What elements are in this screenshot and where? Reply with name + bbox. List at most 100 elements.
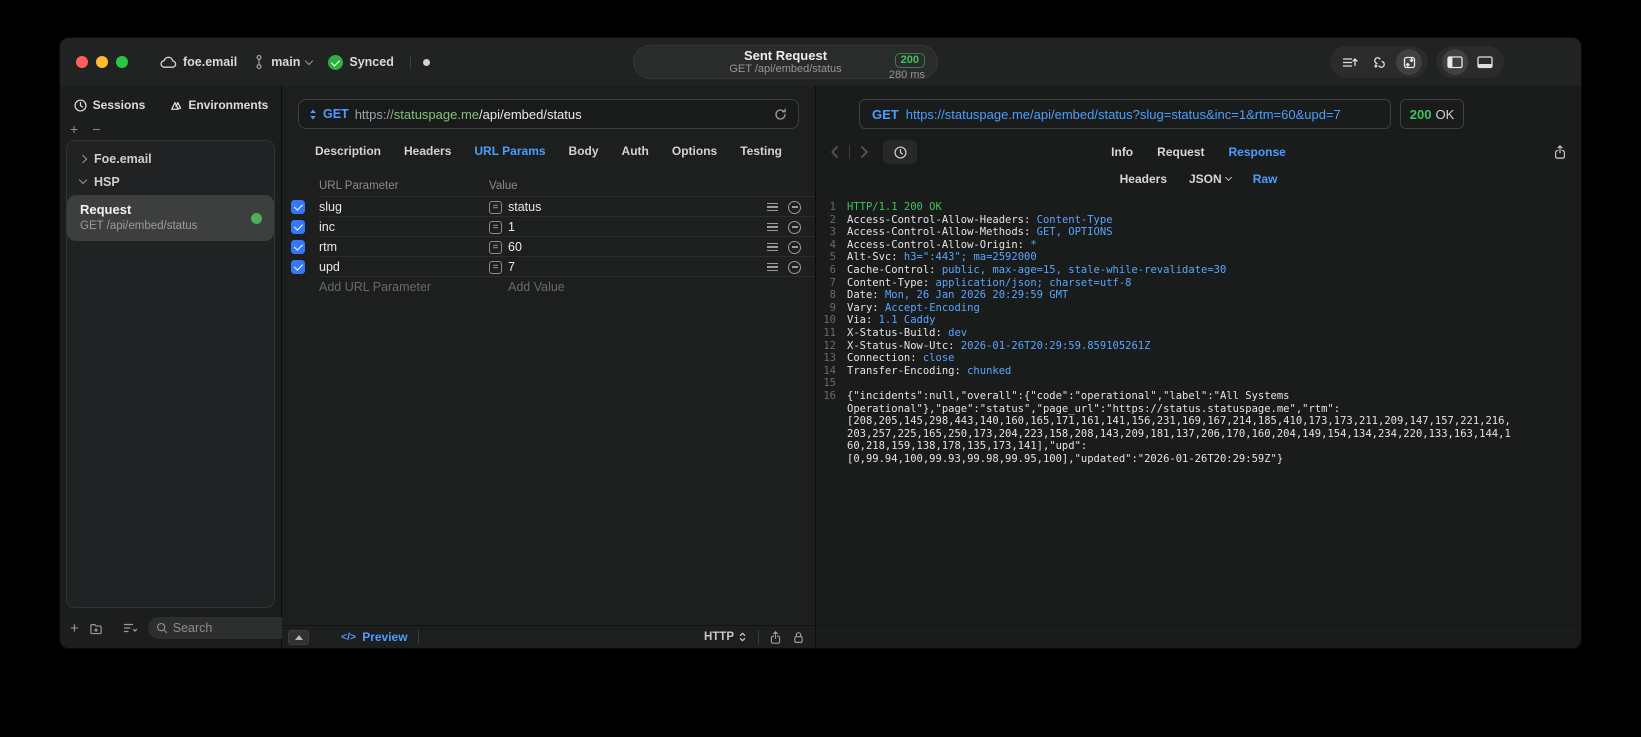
cloud-icon <box>160 55 177 69</box>
share-request-button[interactable] <box>769 630 782 645</box>
list-with-arrow-icon <box>1341 54 1358 71</box>
zoom-window-button[interactable] <box>116 56 128 68</box>
new-folder-button[interactable] <box>88 621 104 636</box>
add-param-value-field[interactable]: Add Value <box>508 280 565 294</box>
tab-headers[interactable]: Headers <box>404 144 451 158</box>
add-param-name-field[interactable]: Add URL Parameter <box>319 280 489 294</box>
request-list-button[interactable] <box>1336 49 1362 75</box>
tab-auth[interactable]: Auth <box>622 144 649 158</box>
request-status-dot <box>251 212 262 224</box>
back-button[interactable] <box>830 145 839 159</box>
response-subtabs: Headers JSON Raw <box>816 165 1581 192</box>
param-enabled-checkbox[interactable] <box>291 220 305 234</box>
close-window-button[interactable] <box>76 56 88 68</box>
request-tabs: Description Headers URL Params Body Auth… <box>282 140 815 162</box>
import-export-button[interactable] <box>1396 49 1422 75</box>
tab-info[interactable]: Info <box>1111 145 1133 159</box>
param-enabled-checkbox[interactable] <box>291 260 305 274</box>
subtab-raw[interactable]: Raw <box>1253 172 1278 186</box>
tree-group-foe-email[interactable]: Foe.email <box>67 147 274 170</box>
column-value: Value <box>489 180 518 192</box>
tab-testing[interactable]: Testing <box>740 144 782 158</box>
remove-row-icon[interactable] <box>788 220 801 234</box>
param-value-field[interactable]: 1 <box>508 220 515 234</box>
remove-row-icon[interactable] <box>788 200 801 214</box>
footer-divider <box>417 630 419 644</box>
column-url-parameter: URL Parameter <box>319 180 399 192</box>
request-url-bar[interactable]: GET https://statuspage.me/api/embed/stat… <box>298 99 799 129</box>
param-row-upd: upd = 7 <box>282 257 815 277</box>
forward-button[interactable] <box>860 145 869 159</box>
tab-options[interactable]: Options <box>672 144 717 158</box>
line-number: 2 <box>829 213 836 226</box>
refresh-icon[interactable] <box>773 107 788 122</box>
protocol-selector[interactable]: HTTP <box>704 631 748 643</box>
line-number: 15 <box>823 377 836 390</box>
toggle-bottom-panel-button[interactable] <box>1472 49 1498 75</box>
remove-row-icon[interactable] <box>788 240 801 254</box>
chevron-right-icon <box>78 154 88 163</box>
param-name-field[interactable]: slug <box>319 200 489 214</box>
param-value-field[interactable]: 60 <box>508 240 522 254</box>
minimize-window-button[interactable] <box>96 56 108 68</box>
add-session-button[interactable]: + <box>70 122 78 138</box>
tab-environments[interactable]: Environments <box>167 98 268 113</box>
subtab-json[interactable]: JSON <box>1189 172 1232 186</box>
response-url-box[interactable]: GET https://statuspage.me/api/embed/stat… <box>859 99 1391 129</box>
response-method: GET <box>872 106 899 122</box>
sessions-tree-panel: Foe.email HSP Request GET /api/embed/sta… <box>66 140 275 608</box>
tab-body[interactable]: Body <box>569 144 599 158</box>
subtab-headers[interactable]: Headers <box>1120 172 1167 186</box>
remove-row-icon[interactable] <box>788 260 801 274</box>
header-name: Alt-Svc: <box>847 251 904 264</box>
status-line: HTTP/1.1 200 OK <box>847 201 942 213</box>
param-value-field[interactable]: status <box>508 200 541 214</box>
response-body[interactable]: 1 HTTP/1.1 200 OK 2 Access-Control-Allow-He… <box>816 192 1581 625</box>
param-name-field[interactable]: upd <box>319 260 489 274</box>
project-switcher[interactable]: foe.email <box>160 55 237 69</box>
line-number: 10 <box>823 314 836 327</box>
line-number: 4 <box>829 238 836 251</box>
param-enabled-checkbox[interactable] <box>291 200 305 214</box>
history-clock-icon <box>893 145 907 159</box>
sync-status[interactable]: Synced <box>328 54 394 70</box>
expand-console-button[interactable] <box>288 629 309 645</box>
tab-response[interactable]: Response <box>1228 145 1285 159</box>
history-button[interactable] <box>883 140 917 164</box>
sort-list-button[interactable] <box>122 621 139 635</box>
header-name: Access-Control-Allow-Methods: <box>847 226 1037 239</box>
row-options-icon[interactable] <box>767 203 778 211</box>
response-line: 11 X-Status-Build: dev <box>816 327 1569 340</box>
hooks-button[interactable] <box>1366 49 1392 75</box>
toggle-sidebar-button[interactable] <box>1442 49 1468 75</box>
request-method[interactable]: GET <box>323 107 349 121</box>
row-options-icon[interactable] <box>767 243 778 251</box>
param-name-field[interactable]: rtm <box>319 240 489 254</box>
params-header-row: URL Parameter Value <box>282 175 815 197</box>
response-status-code: 200 <box>1409 106 1432 122</box>
branch-selector[interactable]: main <box>253 54 314 70</box>
param-value-field[interactable]: 7 <box>508 260 515 274</box>
export-response-button[interactable] <box>1553 144 1567 160</box>
header-value: close <box>922 352 955 365</box>
response-line: 2 Access-Control-Allow-Headers: Content-T… <box>816 214 1569 227</box>
preview-button[interactable]: </> Preview <box>341 630 408 644</box>
add-request-button[interactable]: + <box>70 621 79 636</box>
tab-sessions[interactable]: Sessions <box>73 98 145 113</box>
header-name: Vary: <box>847 301 885 314</box>
request-list-item-selected[interactable]: Request GET /api/embed/status <box>67 195 274 241</box>
tab-description[interactable]: Description <box>315 144 381 158</box>
row-options-icon[interactable] <box>767 263 778 271</box>
request-url[interactable]: https://statuspage.me/api/embed/status <box>355 107 582 122</box>
sent-request-pill[interactable]: Sent Request GET /api/embed/status 200 2… <box>633 45 938 81</box>
row-options-icon[interactable] <box>767 223 778 231</box>
param-enabled-checkbox[interactable] <box>291 240 305 254</box>
remove-session-button[interactable]: − <box>92 122 100 138</box>
param-name-field[interactable]: inc <box>319 220 489 234</box>
ssl-lock-icon[interactable] <box>792 630 805 645</box>
tab-url-params[interactable]: URL Params <box>474 144 545 158</box>
tab-request[interactable]: Request <box>1157 145 1204 159</box>
request-duration: 280 ms <box>888 69 925 81</box>
tree-group-hsp[interactable]: HSP <box>67 170 274 193</box>
tree-group-label: HSP <box>94 174 120 189</box>
